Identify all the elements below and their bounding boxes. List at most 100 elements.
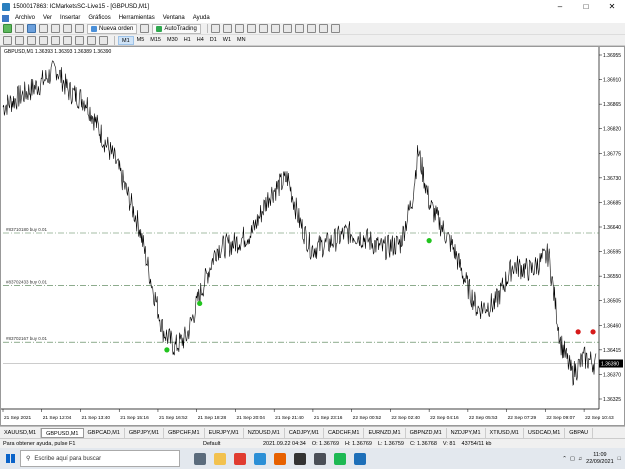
periods-icon[interactable] <box>318 24 328 33</box>
fibonacci-icon[interactable] <box>75 35 84 45</box>
zoom-in-icon[interactable] <box>246 24 256 33</box>
timeframe-m1[interactable]: M1 <box>118 35 134 45</box>
timeframe-mn[interactable]: MN <box>234 36 249 45</box>
chart-tab[interactable]: XAUUSD,M1 <box>0 427 42 438</box>
tile-windows-icon[interactable] <box>270 24 280 33</box>
chart-tab[interactable]: GBPCHF,M1 <box>164 427 205 438</box>
chart-tab[interactable]: EURJPY,M1 <box>205 427 244 438</box>
metatrader-icon[interactable] <box>314 452 326 465</box>
timeframe-h1[interactable]: H1 <box>181 36 194 45</box>
timeframe-m5[interactable]: M5 <box>134 36 148 45</box>
chart-shift-icon[interactable] <box>282 24 292 33</box>
crosshair-icon[interactable] <box>15 35 24 45</box>
clock[interactable]: 11:09 22/09/2021 <box>586 452 614 466</box>
data-window-icon[interactable] <box>39 24 48 33</box>
menu-tools[interactable]: Herramientas <box>115 15 159 21</box>
autotrading-button[interactable]: AutoTrading <box>152 23 201 34</box>
chart-tab[interactable]: GBPAU <box>565 427 594 438</box>
vertical-line-icon[interactable] <box>27 35 36 45</box>
chart-tabs: XAUUSD,M1 GBPUSD,M1 GBPCAD,M1 GBPJPY,M1 GBPC… <box>0 426 625 438</box>
time-tick-label: 21 Sep 21:40 <box>275 415 304 421</box>
opera-icon[interactable] <box>234 452 246 465</box>
cursor-icon[interactable] <box>3 35 12 45</box>
notifications-icon[interactable]: □ <box>618 456 621 462</box>
edge-icon[interactable] <box>254 452 266 465</box>
maximize-button[interactable]: □ <box>573 0 599 13</box>
status-profile: Default <box>203 440 221 447</box>
tester-icon[interactable] <box>75 24 84 33</box>
system-tray: ⌃ ▢ ♫ 11:09 22/09/2021 □ <box>562 452 625 466</box>
indicators-icon[interactable] <box>306 24 316 33</box>
metatrader-active-icon[interactable] <box>354 452 366 465</box>
search-placeholder: Escribe aquí para buscar <box>34 455 102 462</box>
terminal-app-icon[interactable] <box>294 452 306 465</box>
templates-icon[interactable] <box>330 24 340 33</box>
minimize-button[interactable]: – <box>547 0 573 13</box>
menu-help[interactable]: Ayuda <box>189 15 214 21</box>
timeframe-h4[interactable]: H4 <box>194 36 207 45</box>
menu-charts[interactable]: Gráficos <box>84 15 114 21</box>
terminal-icon[interactable] <box>63 24 72 33</box>
network-icon[interactable]: ▢ <box>570 456 575 462</box>
chart-tab[interactable]: GBPNZD,M1 <box>406 427 447 438</box>
label-icon[interactable] <box>99 35 108 45</box>
timeframe-m15[interactable]: M15 <box>147 36 164 45</box>
time-tick-label: 22 Sep 10:43 <box>585 415 614 421</box>
timeframe-m30[interactable]: M30 <box>164 36 181 45</box>
start-button[interactable] <box>0 448 20 469</box>
chart-tab[interactable]: GBPUSD,M1 <box>41 427 84 438</box>
menu-insert[interactable]: Insertar <box>56 15 84 21</box>
navigator-icon[interactable] <box>51 24 60 33</box>
time-tick-label: 22 Sep 07:29 <box>508 415 537 421</box>
chart-tab[interactable]: GBPCAD,M1 <box>84 427 125 438</box>
menu-view[interactable]: Ver <box>39 15 56 21</box>
price-chart[interactable]: 1.36955 1.36910 1.36865 1.36820 1.36775 1.367… <box>1 47 624 425</box>
volume-icon[interactable]: ♫ <box>578 456 582 462</box>
bar-chart-icon[interactable] <box>210 24 220 33</box>
chart-tab[interactable]: NZDJPY,M1 <box>447 427 486 438</box>
menu-window[interactable]: Ventana <box>159 15 189 21</box>
chart-tab[interactable]: XTIUSD,M1 <box>486 427 524 438</box>
chart-tab[interactable]: CADJPY,M1 <box>285 427 324 438</box>
price-tick-label: 1.36820 <box>603 127 621 133</box>
time-tick-label: 21 Sep 20:04 <box>236 415 265 421</box>
price-tick-label: 1.36955 <box>603 53 621 59</box>
task-view-icon[interactable] <box>194 452 206 465</box>
chart-window[interactable]: GBPUSD,M1 1.36393 1.36393 1.36389 1.3639… <box>0 46 625 426</box>
autoscroll-icon[interactable] <box>294 24 304 33</box>
chart-tab[interactable]: GBPJPY,M1 <box>125 427 165 438</box>
close-button[interactable]: ✕ <box>599 0 625 13</box>
candlestick-icon[interactable] <box>222 24 232 33</box>
channel-icon[interactable] <box>63 35 72 45</box>
menu-file[interactable]: Archivo <box>11 15 39 21</box>
taskbar-search[interactable]: ⚲ Escribe aquí para buscar <box>20 450 180 467</box>
timeframe-w1[interactable]: W1 <box>220 36 234 45</box>
market-watch-icon[interactable] <box>27 24 36 33</box>
new-chart-icon[interactable] <box>3 24 12 33</box>
chart-tab[interactable]: CADCHF,M1 <box>324 427 365 438</box>
time-tick-label: 22 Sep 09:07 <box>546 415 575 421</box>
trendline-icon[interactable] <box>51 35 60 45</box>
tray-arrow-icon[interactable]: ⌃ <box>562 456 567 462</box>
timeframe-d1[interactable]: D1 <box>207 36 220 45</box>
zoom-out-icon[interactable] <box>258 24 268 33</box>
file-explorer-icon[interactable] <box>214 452 226 465</box>
firefox-icon[interactable] <box>274 452 286 465</box>
line-chart-icon[interactable] <box>234 24 244 33</box>
price-tick-label: 1.36460 <box>603 323 621 329</box>
price-tick-label: 1.36865 <box>603 102 621 108</box>
spotify-icon[interactable] <box>334 452 346 465</box>
trade-marker <box>590 329 596 335</box>
new-order-button[interactable]: Nueva orden <box>87 23 138 34</box>
time-tick-label: 21 Sep 23:16 <box>314 415 343 421</box>
drawing-toolbar: M1 M5 M15 M30 H1 H4 D1 W1 MN <box>0 35 625 46</box>
chart-tab[interactable]: USDCAD,M1 <box>524 427 566 438</box>
metaeditor-icon[interactable] <box>140 24 150 33</box>
app-icon <box>2 2 10 11</box>
chart-tab[interactable]: NZDUSD,M1 <box>244 427 285 438</box>
text-icon[interactable] <box>87 35 96 45</box>
price-tick-label: 1.36325 <box>603 397 621 403</box>
chart-tab[interactable]: EURNZD,M1 <box>364 427 406 438</box>
horizontal-line-icon[interactable] <box>39 35 48 45</box>
profiles-icon[interactable] <box>15 24 24 33</box>
